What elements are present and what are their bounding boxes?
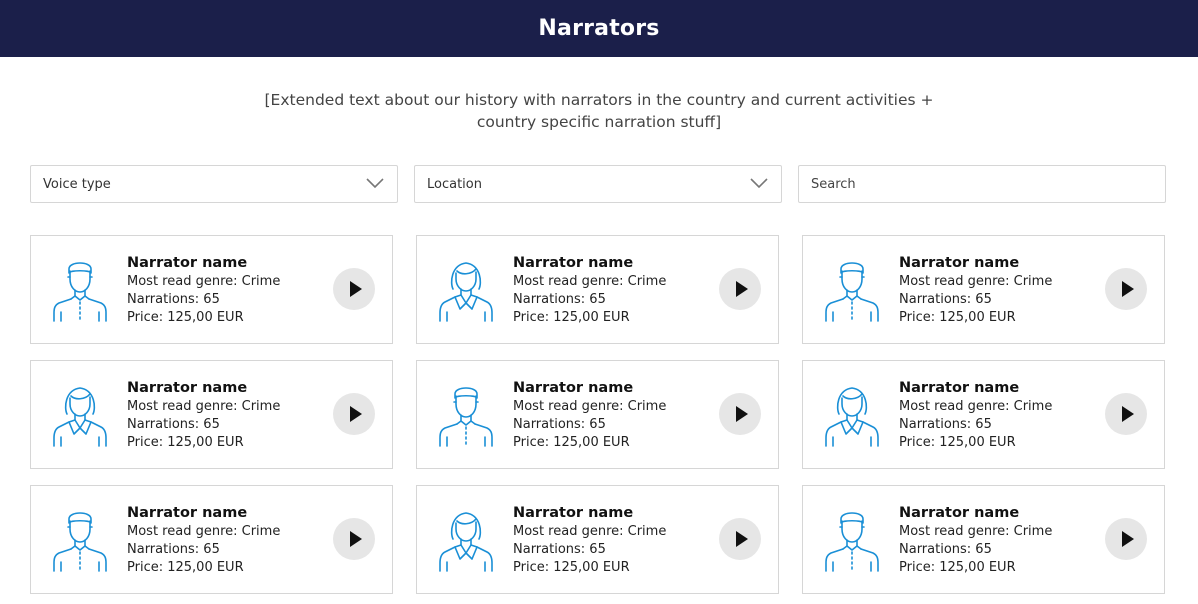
- narrator-genre: Most read genre: Crime: [513, 399, 667, 414]
- play-icon: [735, 406, 748, 422]
- narrator-info: Narrator name Most read genre: Crime Nar…: [899, 254, 1052, 327]
- intro-text: [Extended text about our history with na…: [0, 89, 1198, 133]
- narrator-name: Narrator name: [513, 505, 634, 521]
- narrator-card[interactable]: Narrator name Most read genre: Crime Nar…: [802, 485, 1165, 594]
- narrator-card[interactable]: Narrator name Most read genre: Crime Nar…: [416, 360, 779, 469]
- narrator-card[interactable]: Narrator name Most read genre: Crime Nar…: [30, 485, 393, 594]
- narrator-genre: Most read genre: Crime: [127, 524, 281, 539]
- narrator-narrations: Narrations: 65: [899, 542, 992, 557]
- play-icon: [735, 281, 748, 297]
- narrator-narrations: Narrations: 65: [127, 417, 220, 432]
- search-input[interactable]: [811, 166, 1165, 202]
- narrator-narrations: Narrations: 65: [513, 542, 606, 557]
- narrator-narrations: Narrations: 65: [127, 292, 220, 307]
- play-sample-button[interactable]: [1105, 393, 1147, 435]
- narrator-name: Narrator name: [127, 380, 248, 396]
- narrator-narrations: Narrations: 65: [513, 292, 606, 307]
- location-label: Location: [427, 176, 482, 192]
- narrator-genre: Most read genre: Crime: [899, 399, 1053, 414]
- location-dropdown[interactable]: Location: [414, 165, 782, 203]
- narrator-narrations: Narrations: 65: [899, 417, 992, 432]
- narrator-price: Price: 125,00 EUR: [513, 310, 630, 325]
- male-avatar-icon: [435, 382, 497, 448]
- narrator-genre: Most read genre: Crime: [899, 274, 1053, 289]
- narrator-price: Price: 125,00 EUR: [899, 310, 1016, 325]
- female-avatar-icon: [49, 382, 111, 448]
- narrator-info: Narrator name Most read genre: Crime Nar…: [127, 504, 280, 577]
- narrator-price: Price: 125,00 EUR: [899, 560, 1016, 575]
- narrator-genre: Most read genre: Crime: [513, 274, 667, 289]
- play-sample-button[interactable]: [333, 268, 375, 310]
- narrator-card[interactable]: Narrator name Most read genre: Crime Nar…: [30, 235, 393, 344]
- page-title: Narrators: [538, 16, 660, 41]
- intro-line-2: country specific narration stuff]: [476, 113, 722, 131]
- play-sample-button[interactable]: [333, 518, 375, 560]
- narrator-price: Price: 125,00 EUR: [899, 435, 1016, 450]
- page-header: Narrators: [0, 0, 1198, 57]
- play-sample-button[interactable]: [719, 268, 761, 310]
- play-icon: [349, 406, 362, 422]
- narrator-name: Narrator name: [899, 255, 1020, 271]
- female-avatar-icon: [821, 382, 883, 448]
- narrator-name: Narrator name: [899, 380, 1020, 396]
- play-icon: [735, 531, 748, 547]
- female-avatar-icon: [435, 507, 497, 573]
- play-icon: [349, 281, 362, 297]
- male-avatar-icon: [821, 257, 883, 323]
- narrator-info: Narrator name Most read genre: Crime Nar…: [127, 254, 280, 327]
- male-avatar-icon: [49, 257, 111, 323]
- chevron-down-icon: [366, 178, 384, 189]
- narrator-narrations: Narrations: 65: [899, 292, 992, 307]
- chevron-down-icon: [750, 178, 768, 189]
- narrator-info: Narrator name Most read genre: Crime Nar…: [513, 504, 666, 577]
- narrator-name: Narrator name: [899, 505, 1020, 521]
- narrator-genre: Most read genre: Crime: [127, 399, 281, 414]
- narrator-narrations: Narrations: 65: [513, 417, 606, 432]
- narrator-price: Price: 125,00 EUR: [513, 560, 630, 575]
- female-avatar-icon: [435, 257, 497, 323]
- voice-type-dropdown[interactable]: Voice type: [30, 165, 398, 203]
- narrator-info: Narrator name Most read genre: Crime Nar…: [899, 379, 1052, 452]
- play-sample-button[interactable]: [1105, 518, 1147, 560]
- narrator-genre: Most read genre: Crime: [899, 524, 1053, 539]
- narrator-price: Price: 125,00 EUR: [127, 435, 244, 450]
- narrator-card[interactable]: Narrator name Most read genre: Crime Nar…: [416, 235, 779, 344]
- narrator-name: Narrator name: [513, 380, 634, 396]
- intro-line-1: [Extended text about our history with na…: [264, 91, 934, 109]
- play-sample-button[interactable]: [333, 393, 375, 435]
- play-sample-button[interactable]: [1105, 268, 1147, 310]
- male-avatar-icon: [49, 507, 111, 573]
- narrator-price: Price: 125,00 EUR: [127, 560, 244, 575]
- narrator-name: Narrator name: [513, 255, 634, 271]
- play-sample-button[interactable]: [719, 518, 761, 560]
- narrator-narrations: Narrations: 65: [127, 542, 220, 557]
- narrator-card[interactable]: Narrator name Most read genre: Crime Nar…: [30, 360, 393, 469]
- narrator-genre: Most read genre: Crime: [513, 524, 667, 539]
- play-sample-button[interactable]: [719, 393, 761, 435]
- narrator-info: Narrator name Most read genre: Crime Nar…: [513, 379, 666, 452]
- search-field[interactable]: [798, 165, 1166, 203]
- play-icon: [1121, 406, 1134, 422]
- narrator-name: Narrator name: [127, 255, 248, 271]
- narrator-genre: Most read genre: Crime: [127, 274, 281, 289]
- play-icon: [349, 531, 362, 547]
- narrator-card[interactable]: Narrator name Most read genre: Crime Nar…: [802, 235, 1165, 344]
- narrator-name: Narrator name: [127, 505, 248, 521]
- narrator-card[interactable]: Narrator name Most read genre: Crime Nar…: [802, 360, 1165, 469]
- narrator-info: Narrator name Most read genre: Crime Nar…: [513, 254, 666, 327]
- play-icon: [1121, 531, 1134, 547]
- narrator-info: Narrator name Most read genre: Crime Nar…: [127, 379, 280, 452]
- narrator-info: Narrator name Most read genre: Crime Nar…: [899, 504, 1052, 577]
- play-icon: [1121, 281, 1134, 297]
- narrator-price: Price: 125,00 EUR: [513, 435, 630, 450]
- male-avatar-icon: [821, 507, 883, 573]
- narrator-card[interactable]: Narrator name Most read genre: Crime Nar…: [416, 485, 779, 594]
- voice-type-label: Voice type: [43, 176, 111, 192]
- narrator-price: Price: 125,00 EUR: [127, 310, 244, 325]
